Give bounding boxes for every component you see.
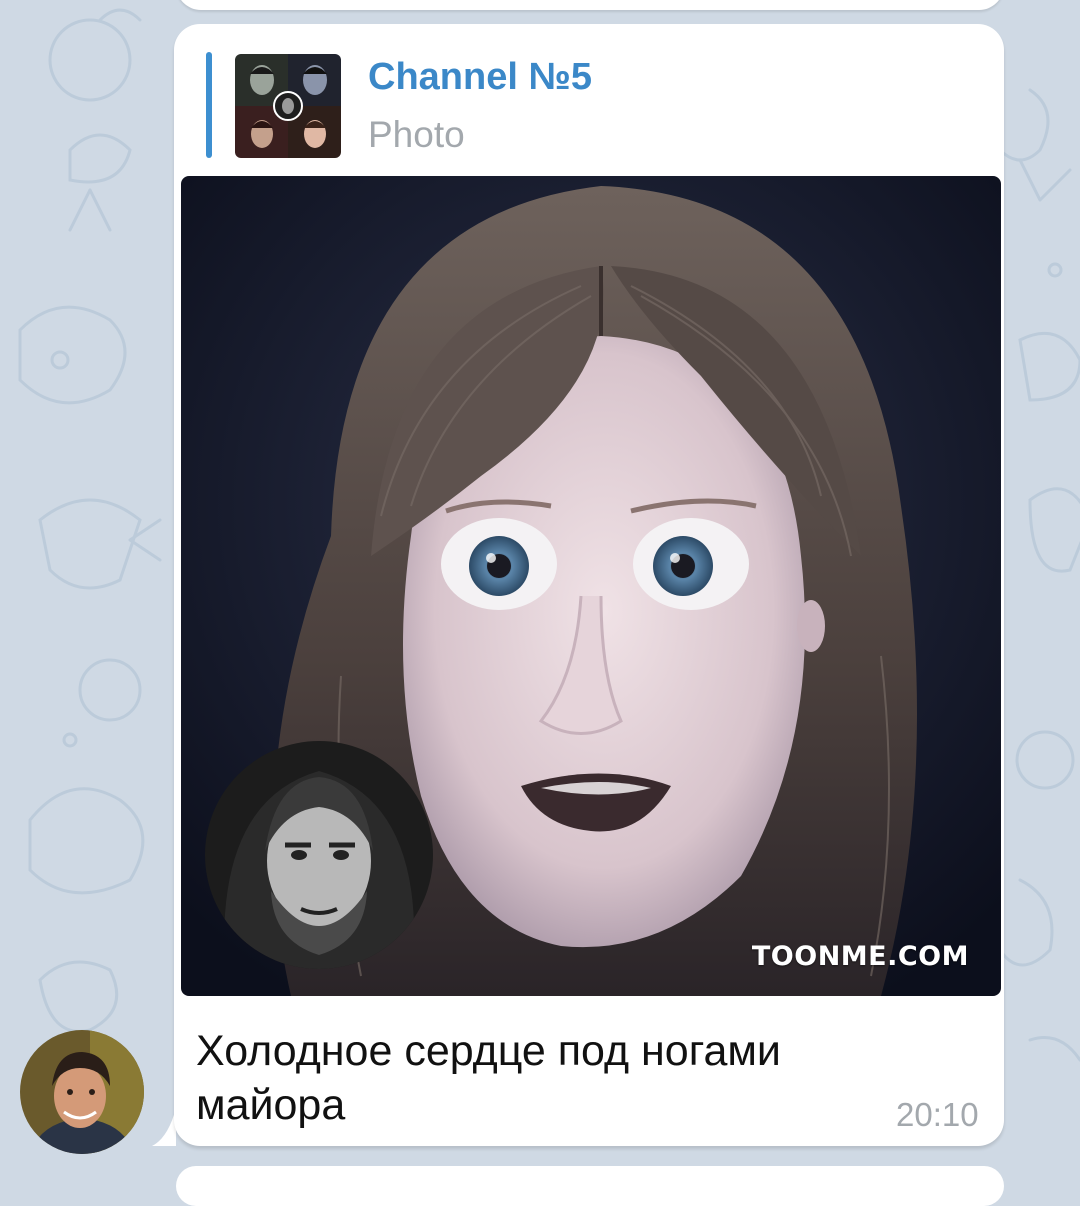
user-avatar-icon[interactable] [20,1030,144,1154]
previous-message-bubble [176,0,1004,10]
message-caption: Холодное сердце под ногами майора [196,1024,896,1132]
next-message-bubble [176,1166,1004,1206]
channel-thumbnail-icon[interactable] [235,54,341,158]
message-time: 20:10 [896,1096,979,1133]
forwarded-header[interactable]: Channel №5 Photo [206,52,806,158]
overlay-portrait-avatar [205,741,433,969]
forward-accent-bar [206,52,212,158]
caption-line: Холодное сердце под ногами [196,1027,781,1075]
forwarded-channel-name[interactable]: Channel №5 [368,56,592,99]
forwarded-media-type: Photo [368,114,465,155]
caption-line: майора [196,1081,346,1129]
photo-watermark: TOONME.COM [751,941,969,972]
